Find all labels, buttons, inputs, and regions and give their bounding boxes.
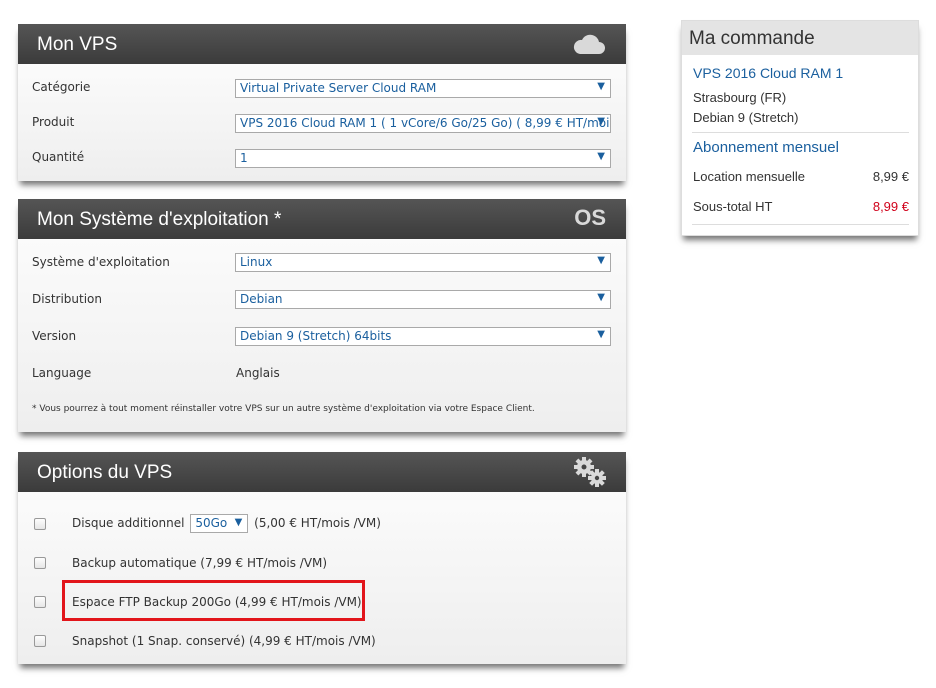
vps-panel-header: Mon VPS bbox=[18, 24, 626, 64]
quantity-select[interactable]: 1 ▼ bbox=[235, 149, 611, 168]
category-select[interactable]: Virtual Private Server Cloud RAM ▼ bbox=[235, 79, 611, 98]
summary-location: Strasbourg (FR) bbox=[693, 90, 787, 105]
option-checkbox-auto-backup[interactable] bbox=[34, 557, 46, 569]
chevron-down-icon: ▼ bbox=[597, 81, 605, 92]
option-checkbox-snapshot[interactable] bbox=[34, 635, 46, 647]
version-select-value: Debian 9 (Stretch) 64bits bbox=[240, 329, 392, 343]
option-extra-disk: Disque additionnel 50Go ▼ (5,00 € HT/mois… bbox=[72, 514, 381, 533]
os-panel-title: Mon Système d'exploitation * bbox=[37, 209, 282, 230]
option-auto-backup-label: Backup automatique (7,99 € HT/mois /VM) bbox=[72, 556, 328, 570]
category-select-value: Virtual Private Server Cloud RAM bbox=[240, 81, 437, 95]
quantity-label: Quantité bbox=[32, 150, 85, 164]
category-label: Catégorie bbox=[32, 80, 91, 94]
chevron-down-icon: ▼ bbox=[597, 329, 605, 340]
summary-rental-price: 8,99 € bbox=[872, 169, 909, 184]
options-panel: Options du VPS Disque additionnel 50Go ▼ bbox=[18, 452, 626, 664]
vps-panel: Mon VPS Catégorie Virtual Private Server… bbox=[18, 24, 626, 181]
product-select[interactable]: VPS 2016 Cloud RAM 1 ( 1 vCore/6 Go/25 G… bbox=[235, 114, 611, 133]
language-value: Anglais bbox=[236, 366, 280, 380]
os-system-select-value: Linux bbox=[240, 255, 273, 269]
summary-os: Debian 9 (Stretch) bbox=[693, 110, 799, 125]
option-extra-disk-price: (5,00 € HT/mois /VM) bbox=[254, 516, 381, 530]
os-badge-icon: OS bbox=[574, 205, 606, 230]
os-panel: Mon Système d'exploitation * OS Système … bbox=[18, 199, 626, 432]
order-summary: Ma commande VPS 2016 Cloud RAM 1 Strasbo… bbox=[681, 20, 919, 236]
option-checkbox-extra-disk[interactable] bbox=[34, 518, 46, 530]
language-label: Language bbox=[32, 366, 92, 380]
order-summary-title: Ma commande bbox=[682, 21, 918, 55]
summary-product-link[interactable]: VPS 2016 Cloud RAM 1 bbox=[693, 65, 843, 81]
option-snapshot-label: Snapshot (1 Snap. conservé) (4,99 € HT/m… bbox=[72, 634, 376, 648]
summary-billing-link[interactable]: Abonnement mensuel bbox=[693, 139, 839, 156]
chevron-down-icon: ▼ bbox=[234, 517, 243, 528]
product-label: Produit bbox=[32, 115, 75, 129]
chevron-down-icon: ▼ bbox=[597, 255, 605, 266]
summary-subtotal-label: Sous-total HT bbox=[693, 199, 773, 214]
distribution-label: Distribution bbox=[32, 292, 103, 306]
extra-disk-size-select[interactable]: 50Go ▼ bbox=[190, 514, 249, 533]
option-checkbox-ftp-backup[interactable] bbox=[34, 596, 46, 608]
summary-divider bbox=[692, 132, 909, 133]
summary-subtotal-price: 8,99 € bbox=[872, 199, 909, 214]
gears-icon bbox=[574, 457, 606, 487]
os-system-select[interactable]: Linux ▼ bbox=[235, 253, 611, 272]
extra-disk-size-value: 50Go bbox=[195, 516, 228, 530]
chevron-down-icon: ▼ bbox=[597, 116, 605, 127]
option-ftp-backup-label: Espace FTP Backup 200Go (4,99 € HT/mois … bbox=[72, 595, 362, 609]
chevron-down-icon: ▼ bbox=[597, 292, 605, 303]
os-note: * Vous pourrez à tout moment réinstaller… bbox=[32, 404, 535, 414]
summary-rental-label: Location mensuelle bbox=[693, 169, 806, 184]
product-select-value: VPS 2016 Cloud RAM 1 ( 1 vCore/6 Go/25 G… bbox=[240, 116, 611, 130]
summary-divider-bottom bbox=[692, 224, 909, 225]
options-panel-title: Options du VPS bbox=[37, 462, 173, 483]
vps-panel-title: Mon VPS bbox=[37, 34, 118, 55]
os-panel-header: Mon Système d'exploitation * OS bbox=[18, 199, 626, 239]
distribution-select-value: Debian bbox=[240, 292, 283, 306]
version-label: Version bbox=[32, 329, 77, 343]
version-select[interactable]: Debian 9 (Stretch) 64bits ▼ bbox=[235, 327, 611, 346]
option-extra-disk-label: Disque additionnel bbox=[72, 516, 185, 530]
chevron-down-icon: ▼ bbox=[597, 151, 605, 162]
distribution-select[interactable]: Debian ▼ bbox=[235, 290, 611, 309]
os-system-label: Système d'exploitation bbox=[32, 255, 170, 269]
options-panel-header: Options du VPS bbox=[18, 452, 626, 492]
cloud-icon bbox=[573, 34, 605, 54]
quantity-select-value: 1 bbox=[240, 151, 248, 165]
